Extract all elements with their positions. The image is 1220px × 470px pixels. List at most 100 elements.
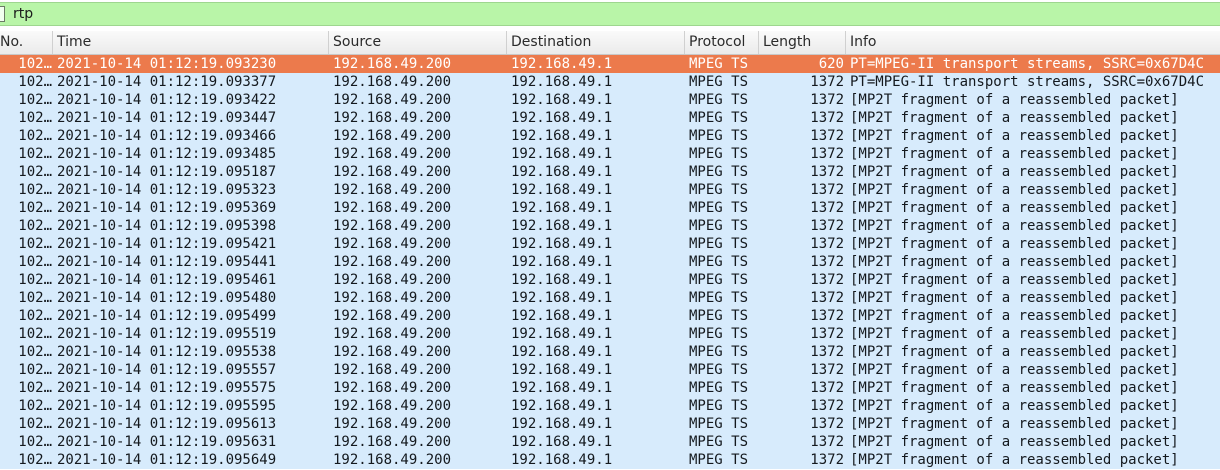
cell-protocol: MPEG TS bbox=[689, 92, 749, 108]
cell-no: 102… bbox=[18, 146, 52, 162]
cell-source: 192.168.49.200 bbox=[333, 308, 452, 324]
cell-destination: 192.168.49.1 bbox=[511, 272, 613, 288]
packet-row[interactable]: 102… 2021-10-14 01:12:19.095499 192.168.49… bbox=[0, 307, 1220, 325]
cell-info: PT=MPEG-II transport streams, SSRC=0x67D… bbox=[850, 74, 1205, 90]
packet-row[interactable]: 102… 2021-10-14 01:12:19.093422 192.168.49… bbox=[0, 91, 1220, 109]
cell-destination: 192.168.49.1 bbox=[511, 92, 613, 108]
cell-length: 1372 bbox=[810, 452, 844, 468]
packet-row[interactable]: 102… 2021-10-14 01:12:19.095631 192.168.49… bbox=[0, 433, 1220, 451]
packet-row[interactable]: 102… 2021-10-14 01:12:19.095461 192.168.49… bbox=[0, 271, 1220, 289]
cell-protocol: MPEG TS bbox=[689, 326, 749, 342]
packet-row[interactable]: 102… 2021-10-14 01:12:19.095557 192.168.49… bbox=[0, 361, 1220, 379]
cell-destination: 192.168.49.1 bbox=[511, 56, 613, 72]
column-header-no[interactable]: No. bbox=[0, 31, 53, 54]
cell-protocol: MPEG TS bbox=[689, 200, 749, 216]
display-filter-input[interactable] bbox=[13, 4, 1203, 24]
cell-length: 1372 bbox=[810, 110, 844, 126]
packet-row[interactable]: 102… 2021-10-14 01:12:19.095187 192.168.49… bbox=[0, 163, 1220, 181]
cell-info: [MP2T fragment of a reassembled packet] bbox=[850, 362, 1179, 378]
cell-protocol: MPEG TS bbox=[689, 380, 749, 396]
cell-time: 2021-10-14 01:12:19.095187 bbox=[57, 164, 277, 180]
cell-protocol: MPEG TS bbox=[689, 110, 749, 126]
cell-no: 102… bbox=[18, 74, 52, 90]
cell-length: 1372 bbox=[810, 344, 844, 360]
cell-destination: 192.168.49.1 bbox=[511, 110, 613, 126]
cell-no: 102… bbox=[18, 398, 52, 414]
cell-protocol: MPEG TS bbox=[689, 128, 749, 144]
packet-row[interactable]: 102… 2021-10-14 01:12:19.095595 192.168.49… bbox=[0, 397, 1220, 415]
cell-info: [MP2T fragment of a reassembled packet] bbox=[850, 164, 1179, 180]
filter-bookmark-icon[interactable] bbox=[0, 6, 5, 22]
cell-length: 1372 bbox=[810, 92, 844, 108]
packet-list: 102… 2021-10-14 01:12:19.093230 192.168.49… bbox=[0, 55, 1220, 469]
cell-destination: 192.168.49.1 bbox=[511, 308, 613, 324]
cell-source: 192.168.49.200 bbox=[333, 200, 452, 216]
cell-time: 2021-10-14 01:12:19.095480 bbox=[57, 290, 277, 306]
cell-no: 102… bbox=[18, 164, 52, 180]
cell-length: 1372 bbox=[810, 434, 844, 450]
packet-row[interactable]: 102… 2021-10-14 01:12:19.095538 192.168.49… bbox=[0, 343, 1220, 361]
cell-source: 192.168.49.200 bbox=[333, 146, 452, 162]
display-filter-bar bbox=[0, 2, 1220, 26]
packet-row[interactable]: 102… 2021-10-14 01:12:19.095480 192.168.49… bbox=[0, 289, 1220, 307]
column-header-length[interactable]: Length bbox=[759, 31, 846, 54]
cell-destination: 192.168.49.1 bbox=[511, 254, 613, 270]
cell-source: 192.168.49.200 bbox=[333, 128, 452, 144]
cell-destination: 192.168.49.1 bbox=[511, 74, 613, 90]
cell-time: 2021-10-14 01:12:19.095398 bbox=[57, 218, 277, 234]
packet-row[interactable]: 102… 2021-10-14 01:12:19.095519 192.168.49… bbox=[0, 325, 1220, 343]
packet-row[interactable]: 102… 2021-10-14 01:12:19.095613 192.168.49… bbox=[0, 415, 1220, 433]
cell-time: 2021-10-14 01:12:19.095323 bbox=[57, 182, 277, 198]
cell-time: 2021-10-14 01:12:19.093447 bbox=[57, 110, 277, 126]
cell-protocol: MPEG TS bbox=[689, 236, 749, 252]
cell-source: 192.168.49.200 bbox=[333, 398, 452, 414]
cell-protocol: MPEG TS bbox=[689, 56, 749, 72]
cell-protocol: MPEG TS bbox=[689, 164, 749, 180]
cell-info: [MP2T fragment of a reassembled packet] bbox=[850, 92, 1179, 108]
cell-protocol: MPEG TS bbox=[689, 398, 749, 414]
cell-no: 102… bbox=[18, 452, 52, 468]
cell-no: 102… bbox=[18, 110, 52, 126]
cell-source: 192.168.49.200 bbox=[333, 92, 452, 108]
packet-row[interactable]: 102… 2021-10-14 01:12:19.093485 192.168.49… bbox=[0, 145, 1220, 163]
cell-protocol: MPEG TS bbox=[689, 254, 749, 270]
cell-protocol: MPEG TS bbox=[689, 182, 749, 198]
cell-no: 102… bbox=[18, 182, 52, 198]
cell-destination: 192.168.49.1 bbox=[511, 362, 613, 378]
cell-destination: 192.168.49.1 bbox=[511, 326, 613, 342]
cell-info: [MP2T fragment of a reassembled packet] bbox=[850, 128, 1179, 144]
cell-time: 2021-10-14 01:12:19.095538 bbox=[57, 344, 277, 360]
packet-row[interactable]: 102… 2021-10-14 01:12:19.093447 192.168.49… bbox=[0, 109, 1220, 127]
cell-protocol: MPEG TS bbox=[689, 146, 749, 162]
cell-source: 192.168.49.200 bbox=[333, 272, 452, 288]
column-header-info[interactable]: Info bbox=[846, 31, 1220, 54]
packet-row[interactable]: 102… 2021-10-14 01:12:19.095575 192.168.49… bbox=[0, 379, 1220, 397]
cell-time: 2021-10-14 01:12:19.095441 bbox=[57, 254, 277, 270]
cell-source: 192.168.49.200 bbox=[333, 362, 452, 378]
column-header-protocol[interactable]: Protocol bbox=[685, 31, 759, 54]
packet-row[interactable]: 102… 2021-10-14 01:12:19.093377 192.168.49… bbox=[0, 73, 1220, 91]
packet-row[interactable]: 102… 2021-10-14 01:12:19.093466 192.168.49… bbox=[0, 127, 1220, 145]
packet-row[interactable]: 102… 2021-10-14 01:12:19.095441 192.168.49… bbox=[0, 253, 1220, 271]
cell-length: 1372 bbox=[810, 146, 844, 162]
packet-row[interactable]: 102… 2021-10-14 01:12:19.095398 192.168.49… bbox=[0, 217, 1220, 235]
packet-row[interactable]: 102… 2021-10-14 01:12:19.095323 192.168.49… bbox=[0, 181, 1220, 199]
packet-row[interactable]: 102… 2021-10-14 01:12:19.095421 192.168.49… bbox=[0, 235, 1220, 253]
cell-no: 102… bbox=[18, 56, 52, 72]
column-header-time[interactable]: Time bbox=[53, 31, 329, 54]
packet-row[interactable]: 102… 2021-10-14 01:12:19.095369 192.168.49… bbox=[0, 199, 1220, 217]
packet-row-selected[interactable]: 102… 2021-10-14 01:12:19.093230 192.168.49… bbox=[0, 55, 1220, 73]
cell-length: 1372 bbox=[810, 218, 844, 234]
cell-destination: 192.168.49.1 bbox=[511, 290, 613, 306]
cell-no: 102… bbox=[18, 380, 52, 396]
cell-info: [MP2T fragment of a reassembled packet] bbox=[850, 452, 1179, 468]
cell-length: 1372 bbox=[810, 398, 844, 414]
cell-no: 102… bbox=[18, 308, 52, 324]
cell-no: 102… bbox=[18, 200, 52, 216]
column-header-destination[interactable]: Destination bbox=[507, 31, 685, 54]
cell-no: 102… bbox=[18, 326, 52, 342]
column-header-source[interactable]: Source bbox=[329, 31, 507, 54]
cell-time: 2021-10-14 01:12:19.095595 bbox=[57, 398, 277, 414]
cell-info: [MP2T fragment of a reassembled packet] bbox=[850, 254, 1179, 270]
packet-row[interactable]: 102… 2021-10-14 01:12:19.095649 192.168.49… bbox=[0, 451, 1220, 469]
